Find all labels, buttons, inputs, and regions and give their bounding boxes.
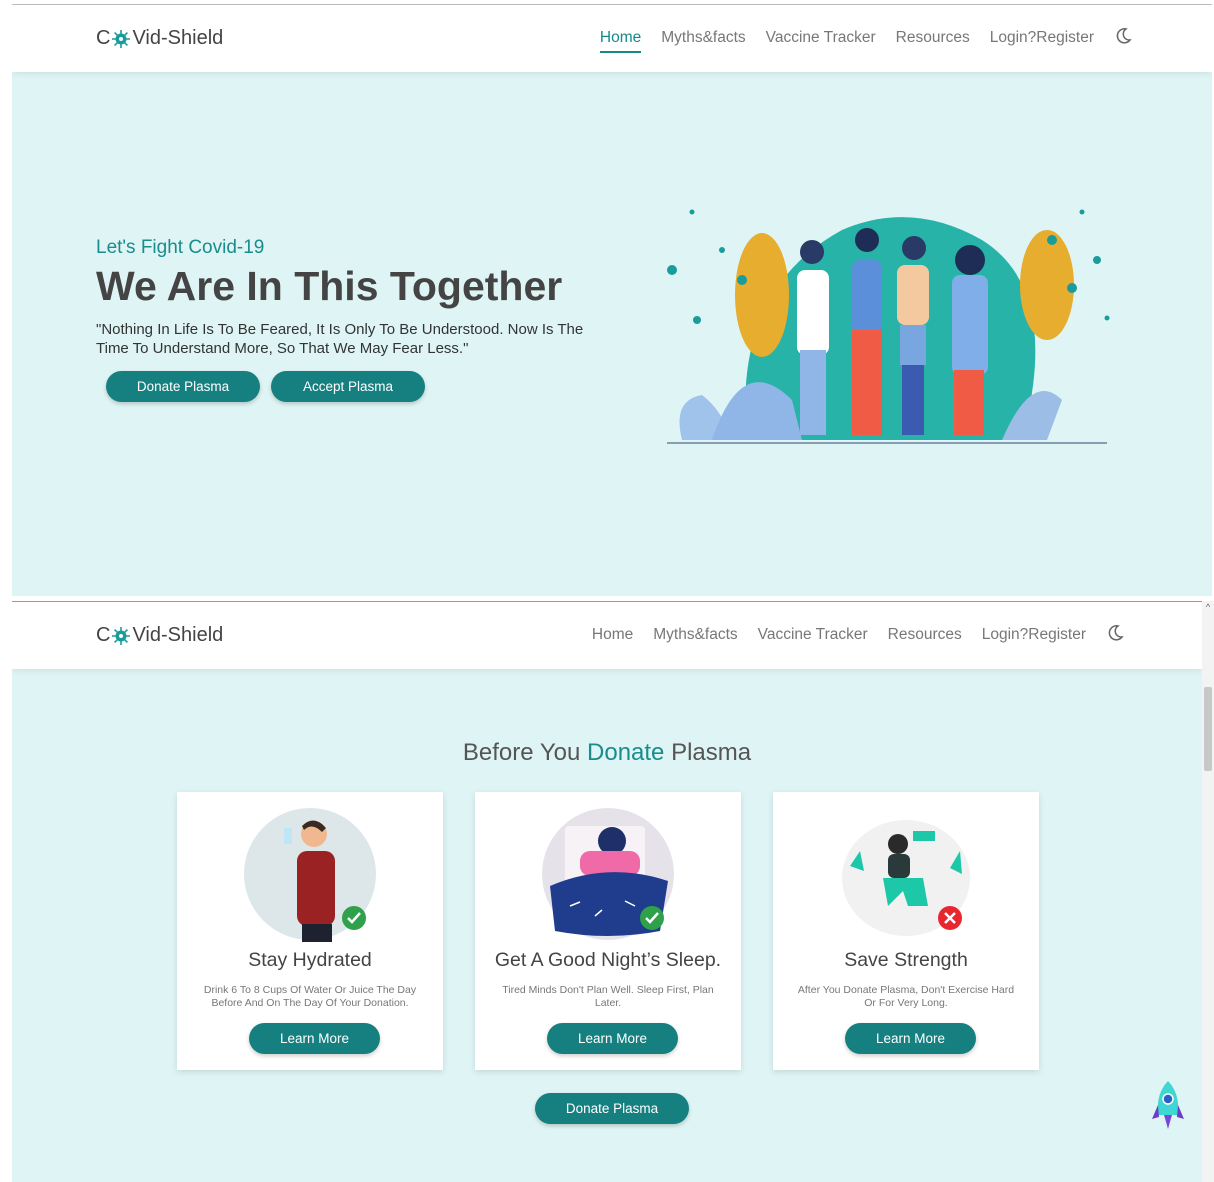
brand-prefix: C [96, 27, 111, 49]
nav-vaccine-tracker[interactable]: Vaccine Tracker [766, 29, 876, 53]
nav-vaccine-tracker[interactable]: Vaccine Tracker [758, 626, 868, 650]
brand-suffix: Vid-Shield [132, 624, 224, 646]
scrollbar[interactable]: ^ [1202, 601, 1214, 1182]
moon-icon[interactable] [1114, 27, 1132, 45]
hero-illustration [667, 209, 1110, 444]
navbar: C Vid-Shield Home Myths&facts Vaccine Tr… [12, 5, 1212, 72]
accept-plasma-button[interactable]: Accept Plasma [271, 371, 425, 402]
rocket-icon[interactable] [1150, 1079, 1186, 1131]
virus-icon [112, 626, 131, 645]
tips-cards: Stay Hydrated Drink 6 To 8 Cups Of Water… [177, 792, 1039, 1070]
moon-icon[interactable] [1106, 624, 1124, 642]
exercise-illustration [842, 820, 970, 936]
section-title-part: Before You [462, 739, 588, 766]
section-title-part: Plasma [664, 739, 752, 766]
navbar: C Vid-Shield Home Myths&facts Vaccine Tr… [12, 602, 1202, 669]
donate-plasma-button[interactable]: Donate Plasma [535, 1093, 689, 1124]
nav-resources[interactable]: Resources [888, 626, 962, 650]
brand-logo[interactable]: C Vid-Shield [96, 624, 223, 647]
learn-more-button[interactable]: Learn More [547, 1023, 678, 1054]
nav-login-register[interactable]: Login?Register [990, 29, 1094, 53]
nav-resources[interactable]: Resources [896, 29, 970, 53]
nav-menu: Home Myths&facts Vaccine Tracker Resourc… [592, 624, 1124, 650]
scroll-up-arrow[interactable]: ^ [1203, 601, 1213, 613]
virus-icon [112, 29, 131, 48]
card-title: Get A Good Night’s Sleep. [494, 949, 722, 971]
card-title: Stay Hydrated [248, 949, 372, 971]
card-text: After You Donate Plasma, Don't Exercise … [797, 984, 1015, 1009]
donate-screen: C Vid-Shield Home Myths&facts Vaccine Tr… [12, 601, 1202, 1182]
card-text: Drink 6 To 8 Cups Of Water Or Juice The … [203, 984, 417, 1009]
section-title-highlight: Donate [587, 739, 665, 766]
hero-subtitle: Let's Fight Covid-19 [96, 237, 265, 258]
card-good-sleep: Get A Good Night’s Sleep. Tired Minds Do… [475, 792, 741, 1070]
section-title: Before You Donate Plasma [12, 739, 1202, 767]
card-title: Save Strength [844, 949, 968, 971]
hero-screen: C Vid-Shield Home Myths&facts Vaccine Tr… [12, 4, 1212, 596]
nav-home[interactable]: Home [599, 29, 642, 53]
nav-myths-facts[interactable]: Myths&facts [661, 29, 745, 53]
donate-plasma-button[interactable]: Donate Plasma [106, 371, 260, 402]
hero-quote: "Nothing In Life Is To Be Feared, It Is … [96, 321, 584, 357]
nav-menu: Home Myths&facts Vaccine Tracker Resourc… [599, 27, 1132, 53]
sleeping-illustration [542, 808, 674, 940]
hero-buttons: Donate Plasma Accept Plasma [106, 371, 425, 402]
hero-title: We Are In This Together [96, 263, 563, 309]
nav-myths-facts[interactable]: Myths&facts [653, 626, 737, 650]
learn-more-button[interactable]: Learn More [249, 1023, 380, 1054]
hero-text: Let's Fight Covid-19 We Are In This Toge… [96, 237, 616, 358]
nav-home[interactable]: Home [592, 626, 633, 650]
brand-logo[interactable]: C Vid-Shield [96, 27, 223, 50]
nav-login-register[interactable]: Login?Register [982, 626, 1086, 650]
card-stay-hydrated: Stay Hydrated Drink 6 To 8 Cups Of Water… [177, 792, 443, 1070]
learn-more-button[interactable]: Learn More [845, 1023, 976, 1054]
drinking-water-illustration [244, 808, 376, 942]
card-text: Tired Minds Don't Plan Well. Sleep First… [502, 984, 714, 1009]
card-save-strength: Save Strength After You Donate Plasma, D… [773, 792, 1039, 1070]
scroll-thumb[interactable] [1204, 687, 1212, 771]
brand-prefix: C [96, 624, 111, 646]
brand-suffix: Vid-Shield [132, 27, 224, 49]
